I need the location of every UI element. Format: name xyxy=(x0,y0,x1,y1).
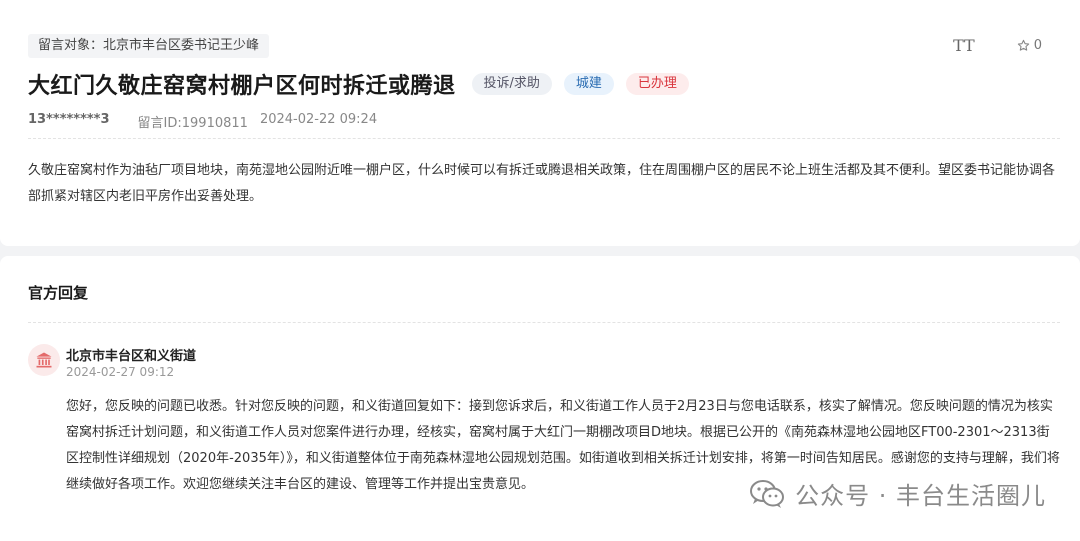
reply-datetime: 2024-02-27 09:12 xyxy=(66,365,175,379)
reply-org-name: 北京市丰台区和义街道 xyxy=(66,349,197,364)
tag-domain: 城建 xyxy=(563,73,614,95)
message-target: 留言对象：北京市丰台区委书记王少峰 xyxy=(28,34,270,58)
message-datetime: 2024-02-22 09:24 xyxy=(259,112,378,127)
watermark: 公众号 · 丰台生活圈儿 xyxy=(749,476,1046,511)
message-meta: 13********3 留言ID:19910811 2024-02-22 09:… xyxy=(28,112,377,131)
message-title: 大红门久敬庄窑窝村棚户区何时拆迁或腾退 xyxy=(28,74,456,99)
message-id: 留言ID:19910811 xyxy=(137,116,248,131)
toolbar: TT 0 xyxy=(953,36,1042,55)
user-id: 13********3 xyxy=(28,112,110,127)
status-badge: 已办理 xyxy=(625,73,689,95)
star-icon xyxy=(1017,39,1029,51)
divider xyxy=(28,322,1060,323)
government-building-icon xyxy=(28,344,60,376)
message-content: 久敬庄窑窝村作为油毡厂项目地块，南苑湿地公园附近唯一棚户区，什么时候可以有拆迁或… xyxy=(28,163,1056,204)
reply-section-title: 官方回复 xyxy=(28,284,89,302)
font-size-icon[interactable]: TT xyxy=(953,36,975,55)
divider xyxy=(28,138,1060,139)
favorite-count: 0 xyxy=(1033,38,1042,53)
message-card: 留言对象：北京市丰台区委书记王少峰 TT 0 大红门久敬庄窑窝村棚户区何时拆迁或… xyxy=(0,0,1080,246)
wechat-icon xyxy=(750,479,785,508)
title-row: 大红门久敬庄窑窝村棚户区何时拆迁或腾退 投诉/求助 城建 已办理 xyxy=(28,68,689,100)
favorite-button[interactable]: 0 xyxy=(1017,38,1042,53)
watermark-text: 公众号 · 丰台生活圈儿 xyxy=(795,482,1046,510)
reply-card: 官方回复 北京市丰台区和义街道 2024-02-27 09:12 您好，您反映的… xyxy=(0,256,1080,541)
tag-category: 投诉/求助 xyxy=(471,73,552,95)
